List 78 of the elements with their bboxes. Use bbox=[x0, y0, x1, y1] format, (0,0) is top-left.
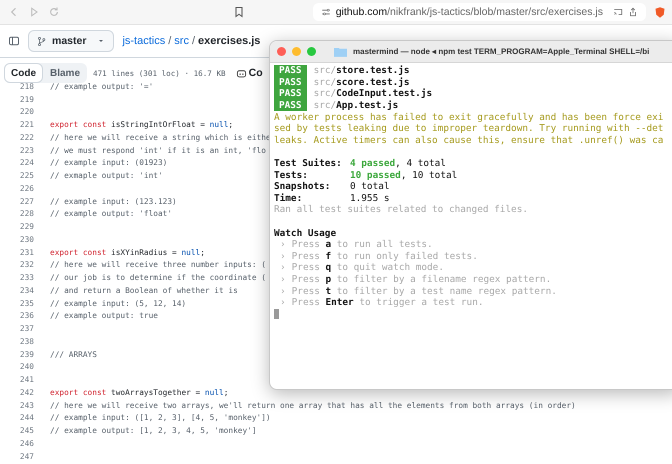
test-directory: src/ bbox=[314, 65, 336, 76]
breadcrumb-link[interactable]: js-tactics bbox=[122, 35, 166, 47]
hint-text: Press bbox=[292, 297, 320, 308]
hint-text: to quit watch mode. bbox=[336, 262, 444, 274]
close-button[interactable] bbox=[277, 47, 286, 56]
window-title: mastermind — node ◂ npm test TERM_PROGRAM=Apple_Terminal SHELL=/bi bbox=[353, 47, 650, 56]
breadcrumb-separator: / bbox=[168, 35, 172, 47]
maximize-button[interactable] bbox=[307, 47, 316, 56]
hint-key: p bbox=[325, 274, 332, 285]
url-text: github.com/nikfrank/js-tactics/blob/master/src/exercises.js bbox=[336, 6, 603, 18]
summary-value: , 10 total bbox=[400, 170, 458, 181]
hint-key: f bbox=[325, 250, 332, 262]
terminal-cursor bbox=[274, 309, 279, 320]
test-file-name: store.test.js bbox=[336, 65, 410, 76]
pass-badge: PASS bbox=[274, 88, 307, 100]
chevron-marker: › bbox=[280, 262, 286, 274]
address-bar[interactable]: github.com/nikfrank/js-tactics/blob/master/src/exercises.js bbox=[312, 3, 646, 21]
hint-key: q bbox=[325, 262, 332, 274]
test-directory: src/ bbox=[314, 88, 336, 100]
hint-text: Press bbox=[292, 274, 320, 285]
breadcrumb-link[interactable]: src bbox=[174, 35, 189, 47]
summary-label: Snapshots: bbox=[274, 181, 332, 192]
test-directory: src/ bbox=[314, 100, 336, 112]
branch-icon bbox=[37, 36, 47, 46]
copilot-button[interactable]: Co bbox=[232, 67, 263, 79]
pass-badge: PASS bbox=[274, 76, 307, 88]
summary-value: 1.955 s bbox=[350, 192, 390, 204]
hint-text: Press bbox=[292, 239, 320, 250]
current-file-name: exercises.js bbox=[198, 35, 260, 47]
hint-text: to trigger a test run. bbox=[359, 297, 484, 308]
caret-icon bbox=[97, 37, 106, 45]
summary-value: 4 passed bbox=[350, 158, 396, 170]
summary-value: , 4 total bbox=[395, 158, 446, 170]
terminal-text: leaks. Active timers can also cause this, ensure that .unref() was ca bbox=[274, 134, 664, 146]
hint-text: Press bbox=[292, 250, 320, 262]
view-tab[interactable]: Blame bbox=[43, 63, 88, 83]
terminal-text: Watch Usage bbox=[274, 228, 336, 239]
chevron-marker: › bbox=[280, 250, 286, 262]
summary-label: Tests: bbox=[274, 170, 309, 181]
cast-icon[interactable] bbox=[613, 7, 623, 17]
sidebar-toggle-icon[interactable] bbox=[8, 35, 20, 47]
branch-selector[interactable]: master bbox=[28, 30, 114, 52]
hint-key: t bbox=[325, 286, 332, 297]
test-directory: src/ bbox=[314, 76, 336, 88]
summary-label: Test Suites: bbox=[274, 158, 343, 170]
hint-key: a bbox=[325, 239, 332, 250]
summary-value: 0 total bbox=[350, 181, 390, 192]
share-icon[interactable] bbox=[628, 7, 638, 17]
test-file-name: score.test.js bbox=[336, 76, 410, 88]
hint-text: to filter by a test name regex pattern. bbox=[336, 286, 557, 297]
settings-icon[interactable] bbox=[320, 7, 331, 17]
test-file-name: CodeInput.test.js bbox=[336, 88, 432, 100]
forward-icon[interactable] bbox=[28, 6, 40, 18]
test-file-name: App.test.js bbox=[336, 100, 398, 112]
terminal-text: Ran all test suites related to changed files. bbox=[274, 204, 528, 216]
breadcrumb-separator: / bbox=[192, 35, 196, 47]
hint-text: to run only failed tests. bbox=[336, 250, 478, 262]
summary-label: Time: bbox=[274, 192, 304, 204]
terminal-text: sed by tests leaking due to improper teardown. Try running with --det bbox=[274, 123, 664, 134]
hint-text: Press bbox=[292, 286, 320, 297]
chevron-marker: › bbox=[280, 274, 286, 285]
pass-badge: PASS bbox=[274, 65, 307, 77]
hint-text: to run all tests. bbox=[336, 239, 433, 250]
chevron-marker: › bbox=[280, 297, 286, 308]
reload-icon[interactable] bbox=[48, 6, 60, 18]
terminal-text: A worker process has failed to exit gracefully and has been force exi bbox=[274, 112, 664, 123]
pass-badge: PASS bbox=[274, 100, 307, 112]
shield-icon[interactable] bbox=[654, 6, 666, 18]
folder-icon bbox=[334, 46, 347, 56]
view-tab[interactable]: Code bbox=[4, 63, 43, 83]
chevron-marker: › bbox=[280, 239, 286, 250]
hint-text: to filter by a filename regex pattern. bbox=[336, 274, 552, 285]
hint-key: Enter bbox=[325, 297, 354, 308]
chevron-marker: › bbox=[280, 286, 286, 297]
summary-value: 10 passed bbox=[350, 170, 401, 181]
robot-icon bbox=[236, 68, 247, 78]
hint-text: Press bbox=[292, 262, 320, 274]
bookmark-icon[interactable] bbox=[232, 6, 245, 18]
